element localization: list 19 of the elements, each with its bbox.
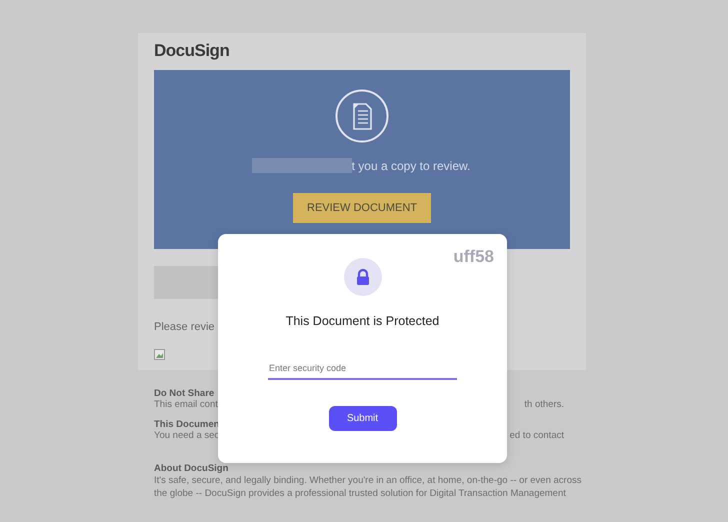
- logo: DocuSign: [154, 41, 230, 62]
- notice-heading: Do Not Share: [154, 388, 216, 399]
- blank-panel: [154, 266, 218, 299]
- document-icon: [335, 89, 389, 143]
- notice-text: th others.: [524, 399, 564, 410]
- notice-heading: This Documen: [154, 419, 220, 430]
- body-text: Please revie: [154, 321, 216, 333]
- banner-message: t you a copy to review.: [352, 158, 470, 172]
- notice-text: ed to contact: [510, 430, 564, 441]
- review-document-button[interactable]: REVIEW DOCUMENT: [293, 193, 431, 223]
- dialog-title: This Document is Protected: [286, 314, 440, 328]
- code-label: uff58: [453, 247, 494, 267]
- notice-text: You need a sec: [154, 430, 220, 441]
- about-heading: About DocuSign: [154, 463, 230, 474]
- notice-text: This email cont: [154, 399, 218, 410]
- lock-icon: [344, 258, 382, 296]
- about-text: It's safe, secure, and legally binding. Whether you're in an office, at home, on-the-go -- or even across the globe -- DocuSign provides a professional trusted solution for Digital Transaction Management: [154, 474, 582, 500]
- submit-button[interactable]: Submit: [328, 406, 396, 431]
- broken-image-icon: [154, 349, 165, 360]
